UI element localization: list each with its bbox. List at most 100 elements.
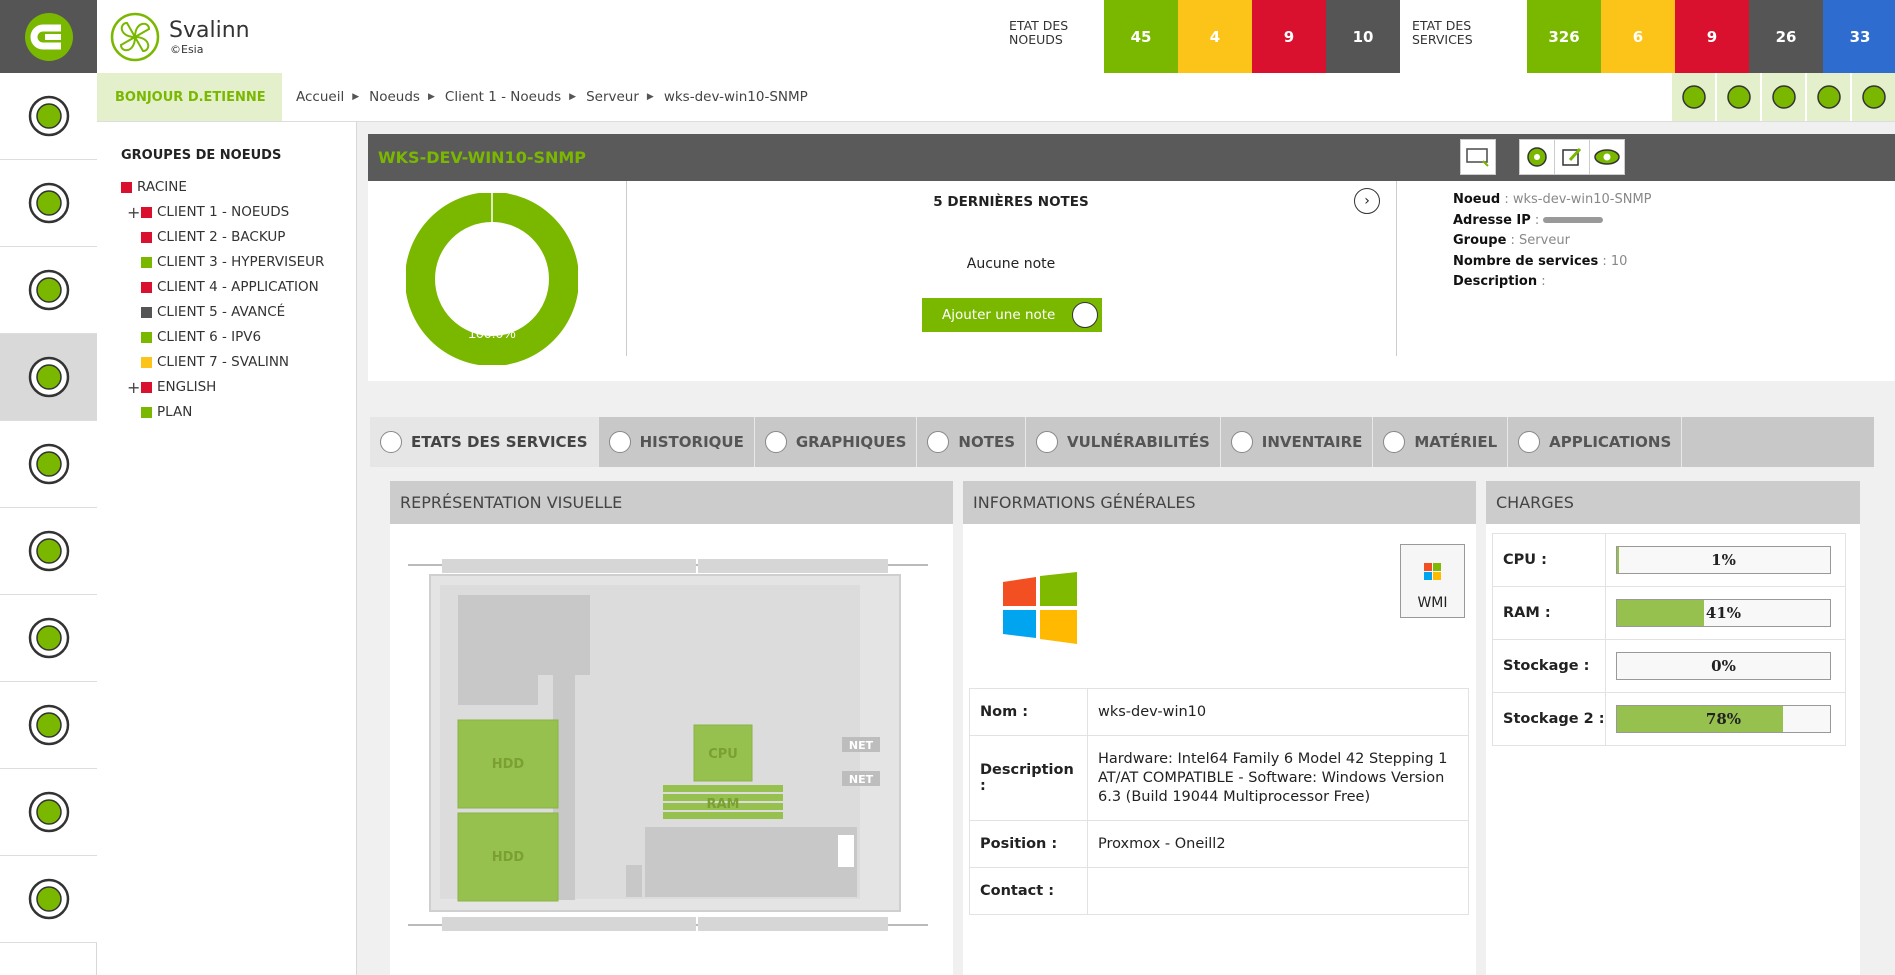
nav-workflow[interactable] (0, 682, 97, 769)
node-info-key: Groupe (1453, 233, 1507, 248)
group-item[interactable]: CLIENT 4 - APPLICATION (121, 275, 356, 300)
expand-icon[interactable]: + (127, 375, 141, 400)
node-info-row: Noeud : wks-dev-win10-SNMP (1453, 190, 1652, 211)
expand-icon[interactable]: + (127, 200, 141, 225)
tab-icon (1383, 431, 1406, 453)
net-port-1[interactable]: NET (842, 737, 880, 752)
brand-name: Svalinn (169, 17, 250, 43)
info-row: Contact : (969, 867, 1469, 915)
breadcrumb-item[interactable]: Accueil (296, 89, 344, 105)
group-item[interactable]: CLIENT 7 - SVALINN (121, 350, 356, 375)
breadcrumb-item[interactable]: Client 1 - Noeuds (445, 89, 561, 105)
user-button[interactable] (1670, 73, 1715, 121)
rss-button[interactable] (1715, 73, 1760, 121)
tab-0[interactable]: ETATS DES SERVICES (370, 417, 599, 467)
nav-history[interactable] (0, 247, 97, 334)
tab-1[interactable]: HISTORIQUE (599, 417, 755, 467)
nav-layers[interactable] (0, 769, 97, 856)
node-count-3[interactable]: 10 (1326, 0, 1400, 73)
node-count-2[interactable]: 9 (1252, 0, 1326, 73)
wmi-button[interactable]: WMI (1400, 544, 1465, 618)
svg-text:HDD: HDD (492, 757, 525, 772)
node-info-row: Nombre de services : 10 (1453, 252, 1652, 273)
info-value (1087, 867, 1469, 915)
info-key: Nom : (969, 688, 1088, 736)
cpu-block[interactable]: CPU (693, 724, 753, 782)
search-button[interactable] (1760, 73, 1805, 121)
tab-7[interactable]: APPLICATIONS (1508, 417, 1683, 467)
group-item[interactable]: CLIENT 5 - AVANCÉ (121, 300, 356, 325)
general-info-panel: INFORMATIONS GÉNÉRALES WMI Nom : wks-dev-… (963, 481, 1476, 975)
groups-title: GROUPES DE NOEUDS (121, 148, 282, 163)
nav-satellite[interactable] (0, 508, 97, 595)
nav-settings[interactable] (0, 856, 97, 943)
charge-row: CPU : 1% (1492, 533, 1846, 587)
esia-logo[interactable] (0, 0, 97, 73)
node-eye-button[interactable] (1589, 139, 1625, 175)
add-note-label: Ajouter une note (942, 307, 1056, 323)
toolbar (1670, 73, 1895, 121)
svg-text:NET: NET (849, 773, 874, 786)
status-square-icon (141, 407, 152, 418)
node-info-row: Adresse IP : (1453, 211, 1652, 232)
status-square-icon (141, 307, 152, 318)
service-count-2[interactable]: 9 (1675, 0, 1749, 73)
nav-share-nodes[interactable] (0, 334, 97, 421)
node-count-0[interactable]: 45 (1104, 0, 1178, 73)
group-item[interactable]: CLIENT 3 - HYPERVISEUR (121, 250, 356, 275)
group-item[interactable]: RACINE (121, 175, 356, 200)
breadcrumb-item[interactable]: Serveur (586, 89, 639, 105)
gear-icon (1527, 147, 1547, 167)
tab-label: HISTORIQUE (639, 433, 744, 451)
tab-label: INVENTAIRE (1261, 433, 1363, 451)
tab-2[interactable]: GRAPHIQUES (755, 417, 918, 467)
visual-panel: REPRÉSENTATION VISUELLE HDD HDD CPU RAM … (390, 481, 953, 975)
rss-icon (1726, 85, 1751, 109)
nav-security[interactable] (0, 595, 97, 682)
node-info-key: Noeud (1453, 192, 1501, 207)
report-icon (28, 443, 69, 485)
service-status-label: ETAT DES SERVICES (1400, 0, 1527, 73)
hdd-1[interactable]: HDD (457, 719, 559, 809)
group-label: CLIENT 3 - HYPERVISEUR (157, 254, 325, 270)
node-info-row: Groupe : Serveur (1453, 231, 1652, 252)
node-config-button[interactable] (1519, 139, 1555, 175)
caret-right-icon: ▶ (352, 92, 360, 102)
charge-label: 1% (1711, 551, 1736, 569)
help-button[interactable] (1805, 73, 1850, 121)
tab-6[interactable]: MATÉRIEL (1373, 417, 1509, 467)
node-count-1[interactable]: 4 (1178, 0, 1252, 73)
group-item[interactable]: CLIENT 6 - IPV6 (121, 325, 356, 350)
screen-add-icon (1466, 148, 1489, 167)
hdd-2[interactable]: HDD (457, 812, 559, 902)
breadcrumb-item[interactable]: Noeuds (369, 89, 420, 105)
service-count-1[interactable]: 6 (1601, 0, 1675, 73)
nav-report[interactable] (0, 421, 97, 508)
group-item[interactable]: + ENGLISH (121, 375, 356, 400)
node-info: Noeud : wks-dev-win10-SNMP Adresse IP : G… (1453, 190, 1652, 293)
edit-node-button[interactable] (1554, 139, 1590, 175)
service-count-0[interactable]: 326 (1527, 0, 1601, 73)
general-info-table: Nom : wks-dev-win10 Description : Hardware:… (969, 688, 1469, 915)
add-note-button[interactable]: Ajouter une note (922, 298, 1102, 332)
net-port-2[interactable]: NET (842, 771, 880, 786)
lock-button[interactable] (1850, 73, 1895, 121)
node-info-key: Adresse IP (1453, 212, 1531, 228)
nav-dashboard[interactable] (0, 73, 97, 160)
group-label: CLIENT 7 - SVALINN (157, 354, 290, 370)
nav-alert[interactable] (0, 160, 97, 247)
windows-logo-icon (1003, 572, 1077, 644)
group-item[interactable]: PLAN (121, 400, 356, 425)
tab-label: GRAPHIQUES (795, 433, 907, 451)
tab-3[interactable]: NOTES (917, 417, 1027, 467)
tab-5[interactable]: INVENTAIRE (1221, 417, 1374, 467)
group-item[interactable]: CLIENT 2 - BACKUP (121, 225, 356, 250)
notes-next-button[interactable]: › (1354, 188, 1380, 214)
service-count-4[interactable]: 33 (1823, 0, 1895, 73)
service-count-3[interactable]: 26 (1749, 0, 1823, 73)
tab-4[interactable]: VULNÉRABILITÉS (1026, 417, 1221, 467)
info-value: wks-dev-win10 (1087, 688, 1469, 736)
node-info-sep: : (1537, 274, 1546, 289)
group-item[interactable]: + CLIENT 1 - NOEUDS (121, 200, 356, 225)
screen-add-button[interactable] (1460, 139, 1496, 175)
